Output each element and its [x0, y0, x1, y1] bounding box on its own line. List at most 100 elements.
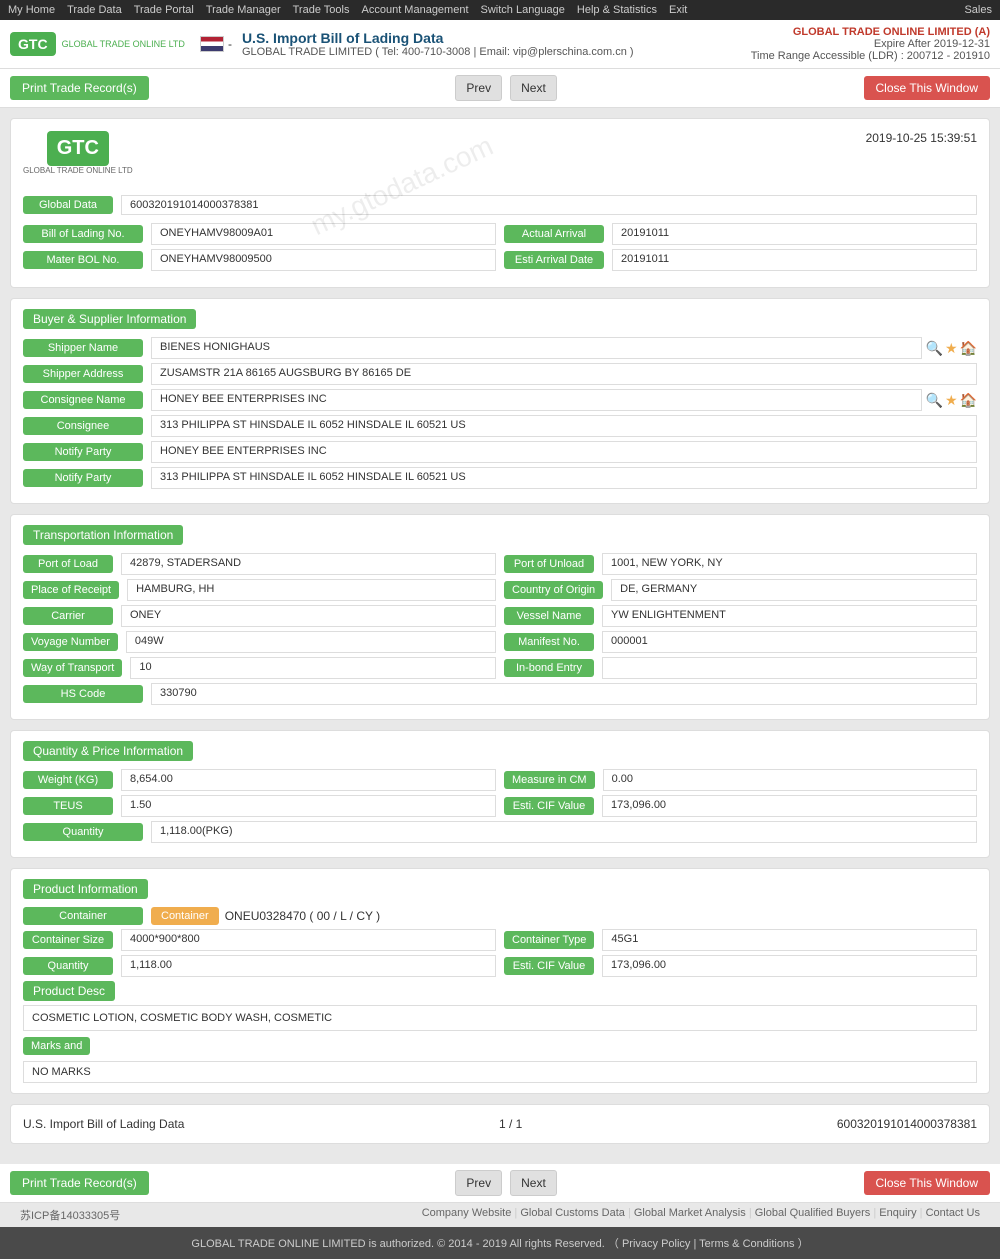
header-bar: GTC GLOBAL TRADE ONLINE LTD - U.S. Impor…: [0, 20, 1000, 69]
inbond-label: In-bond Entry: [504, 659, 594, 677]
measure-value: 0.00: [603, 769, 977, 791]
container-size-type-row: Container Size 4000*900*800 Container Ty…: [23, 929, 977, 951]
shipper-icons: 🔍 ★ 🏠: [926, 340, 977, 357]
prod-qty-value: 1,118.00: [121, 955, 496, 977]
footer-link-enquiry[interactable]: Enquiry: [879, 1207, 916, 1219]
nav-trademanager[interactable]: Trade Manager: [206, 4, 281, 16]
global-data-label: Global Data: [23, 196, 113, 214]
way-transport-label: Way of Transport: [23, 659, 122, 677]
top-toolbar: Print Trade Record(s) Prev Next Close Th…: [0, 69, 1000, 108]
container-badge[interactable]: Container: [151, 907, 219, 925]
next-button-bottom[interactable]: Next: [510, 1170, 557, 1196]
port-load-value: 42879, STADERSAND: [121, 553, 496, 575]
nav-language[interactable]: Switch Language: [481, 4, 565, 16]
container-size-value: 4000*900*800: [121, 929, 496, 951]
marks-value: NO MARKS: [23, 1061, 977, 1083]
manifest-label: Manifest No.: [504, 633, 594, 651]
port-load-group: Port of Load 42879, STADERSAND: [23, 553, 496, 575]
prev-button-bottom[interactable]: Prev: [455, 1170, 502, 1196]
port-row: Port of Load 42879, STADERSAND Port of U…: [23, 553, 977, 575]
weight-group: Weight (KG) 8,654.00: [23, 769, 496, 791]
search-icon[interactable]: 🔍: [926, 340, 943, 357]
header-title-area: U.S. Import Bill of Lading Data GLOBAL T…: [242, 30, 751, 58]
container-value: ONEU0328470 ( 00 / L / CY ): [225, 909, 380, 923]
nav-exit[interactable]: Exit: [669, 4, 687, 16]
esti-arrival-label: Esti Arrival Date: [504, 251, 604, 269]
print-button-top[interactable]: Print Trade Record(s): [10, 76, 149, 100]
global-data-value: 600320191014000378381: [121, 195, 977, 215]
logo-icon: GTC: [10, 32, 56, 56]
footer-link-company[interactable]: Company Website: [422, 1207, 512, 1219]
page-title: U.S. Import Bill of Lading Data: [242, 30, 751, 46]
container-size-label: Container Size: [23, 931, 113, 949]
icp-text: 苏ICP备14033305号: [20, 1207, 120, 1223]
main-content: my.gtodata.com GTC GLOBAL TRADE ONLINE L…: [0, 108, 1000, 1164]
carrier-group: Carrier ONEY: [23, 605, 496, 627]
container-type-value: 45G1: [602, 929, 977, 951]
flag-area: -: [200, 36, 232, 52]
measure-group: Measure in CM 0.00: [504, 769, 977, 791]
footer-card: U.S. Import Bill of Lading Data 1 / 1 60…: [10, 1104, 990, 1144]
nav-help[interactable]: Help & Statistics: [577, 4, 657, 16]
teus-label: TEUS: [23, 797, 113, 815]
transport-inbond-row: Way of Transport 10 In-bond Entry: [23, 657, 977, 679]
voyage-group: Voyage Number 049W: [23, 631, 496, 653]
nav-tradedata[interactable]: Trade Data: [67, 4, 122, 16]
nav-tradetools[interactable]: Trade Tools: [293, 4, 350, 16]
bol-label: Bill of Lading No.: [23, 225, 143, 243]
container-row: Container Container ONEU0328470 ( 00 / L…: [23, 907, 977, 925]
flag-separator: -: [228, 37, 232, 51]
star-icon[interactable]: ★: [945, 340, 958, 357]
footer-left-text: U.S. Import Bill of Lading Data: [23, 1117, 184, 1131]
port-unload-group: Port of Unload 1001, NEW YORK, NY: [504, 553, 977, 575]
notify-party-row2: Notify Party 313 PHILIPPA ST HINSDALE IL…: [23, 467, 977, 489]
nav-account[interactable]: Account Management: [362, 4, 469, 16]
esti-cif-group: Esti. CIF Value 173,096.00: [504, 795, 977, 817]
transportation-section: Transportation Information Port of Load …: [10, 514, 990, 720]
way-transport-group: Way of Transport 10: [23, 657, 496, 679]
close-button-top[interactable]: Close This Window: [864, 76, 990, 100]
card-logo-image: GTC: [47, 131, 109, 166]
footer-links-area: Company Website | Global Customs Data | …: [422, 1207, 980, 1223]
shipper-name-row: Shipper Name BIENES HONIGHAUS 🔍 ★ 🏠: [23, 337, 977, 359]
footer-link-customs[interactable]: Global Customs Data: [520, 1207, 625, 1219]
card-logo-icon: GTC: [47, 131, 109, 166]
measure-label: Measure in CM: [504, 771, 595, 789]
footer-link-contact[interactable]: Contact Us: [926, 1207, 980, 1219]
consignee-home-icon[interactable]: 🏠: [960, 392, 977, 409]
home-icon[interactable]: 🏠: [960, 340, 977, 357]
card-header: GTC GLOBAL TRADE ONLINE LTD 2019-10-25 1…: [23, 131, 977, 183]
main-card: my.gtodata.com GTC GLOBAL TRADE ONLINE L…: [10, 118, 990, 288]
marks-section: Marks and NO MARKS: [23, 1037, 977, 1083]
icp-bar: 苏ICP备14033305号 Company Website | Global …: [0, 1203, 1000, 1227]
nav-tradeportal[interactable]: Trade Portal: [134, 4, 194, 16]
footer-link-buyers[interactable]: Global Qualified Buyers: [755, 1207, 871, 1219]
nav-myhome[interactable]: My Home: [8, 4, 55, 16]
prod-esti-cif-label: Esti. CIF Value: [504, 957, 594, 975]
port-unload-value: 1001, NEW YORK, NY: [602, 553, 977, 575]
close-button-bottom[interactable]: Close This Window: [864, 1171, 990, 1195]
consignee-value: 313 PHILIPPA ST HINSDALE IL 6052 HINSDAL…: [151, 415, 977, 437]
consignee-search-icon[interactable]: 🔍: [926, 392, 943, 409]
product-info-section: Product Information Container Container …: [10, 868, 990, 1094]
actual-arrival-group: Actual Arrival 20191011: [504, 223, 977, 245]
footer-link-market[interactable]: Global Market Analysis: [634, 1207, 746, 1219]
prev-button-top[interactable]: Prev: [455, 75, 502, 101]
weight-label: Weight (KG): [23, 771, 113, 789]
bol-row: Bill of Lading No. ONEYHAMV98009A01 Actu…: [23, 223, 977, 245]
weight-measure-row: Weight (KG) 8,654.00 Measure in CM 0.00: [23, 769, 977, 791]
bol-value: ONEYHAMV98009A01: [151, 223, 496, 245]
voyage-manifest-row: Voyage Number 049W Manifest No. 000001: [23, 631, 977, 653]
container-type-label: Container Type: [504, 931, 594, 949]
product-desc-section: Product Desc COSMETIC LOTION, COSMETIC B…: [23, 981, 977, 1031]
nav-sales[interactable]: Sales: [964, 4, 992, 16]
next-button-top[interactable]: Next: [510, 75, 557, 101]
print-button-bottom[interactable]: Print Trade Record(s): [10, 1171, 149, 1195]
global-data-row: Global Data 600320191014000378381: [23, 195, 977, 215]
port-load-label: Port of Load: [23, 555, 113, 573]
consignee-star-icon[interactable]: ★: [945, 392, 958, 409]
transportation-header: Transportation Information: [23, 525, 183, 545]
receipt-origin-row: Place of Receipt HAMBURG, HH Country of …: [23, 579, 977, 601]
master-bol-label: Mater BOL No.: [23, 251, 143, 269]
container-label: Container: [23, 907, 143, 925]
